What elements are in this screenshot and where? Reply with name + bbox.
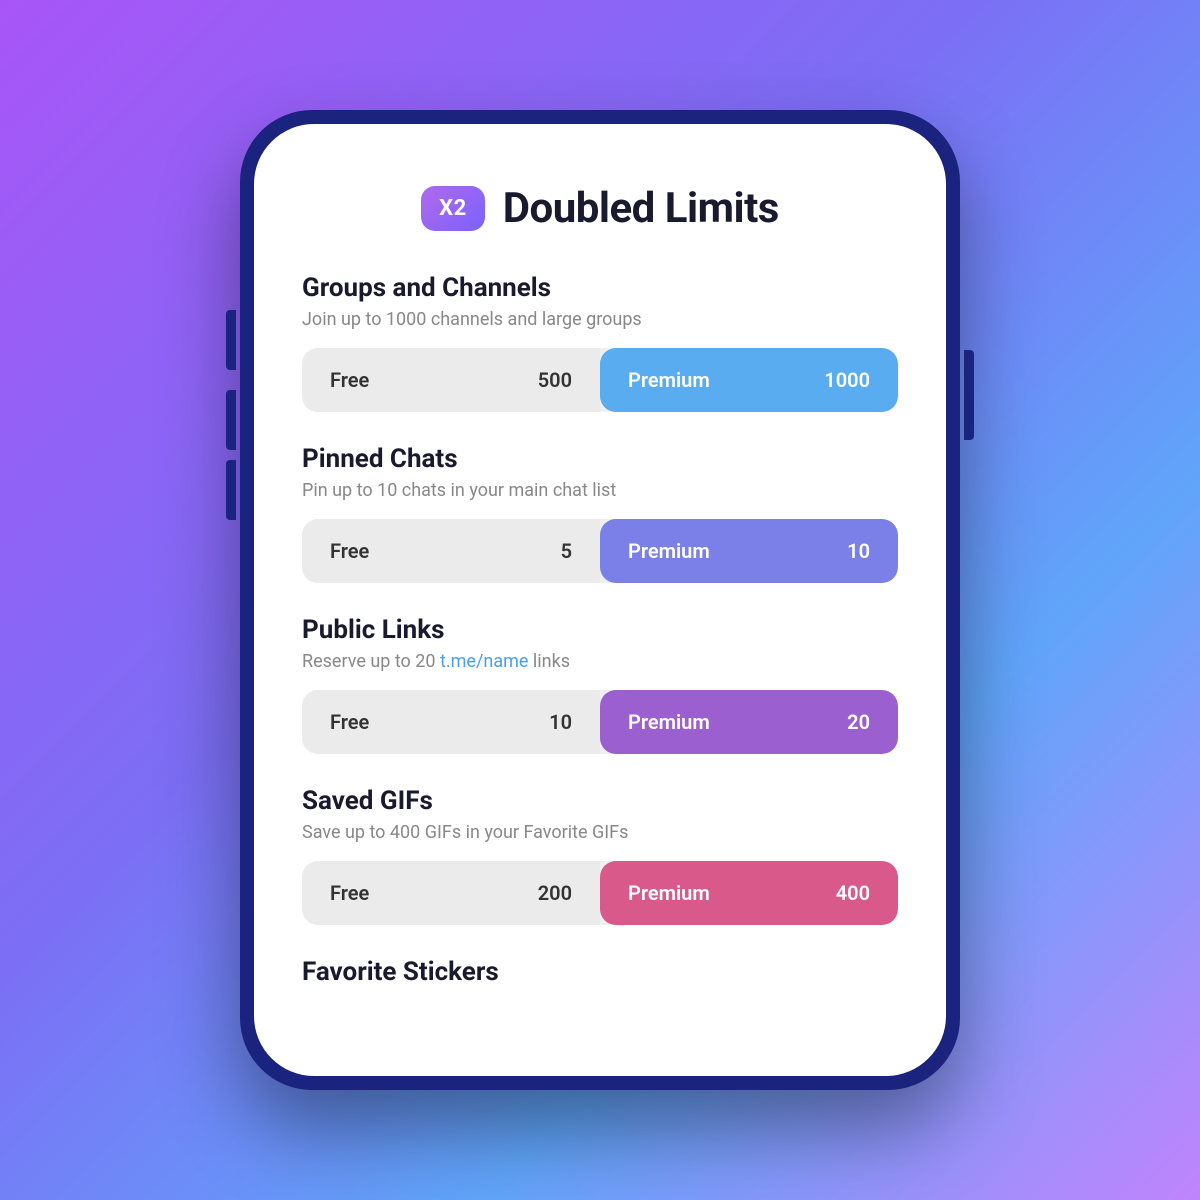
free-value-links: 10 bbox=[549, 710, 572, 734]
free-value-gifs: 200 bbox=[538, 881, 572, 905]
free-value-groups: 500 bbox=[538, 368, 572, 392]
feature-desc-links: Reserve up to 20 t.me/name links bbox=[302, 651, 898, 672]
premium-value-links: 20 bbox=[847, 710, 870, 734]
feature-favorite-stickers: Favorite Stickers bbox=[302, 957, 898, 987]
limit-premium-pinned: Premium 10 bbox=[600, 519, 898, 583]
free-label-groups: Free bbox=[330, 368, 369, 392]
feature-title-gifs: Saved GIFs bbox=[302, 786, 898, 816]
premium-value-groups: 1000 bbox=[824, 368, 870, 392]
feature-title-links: Public Links bbox=[302, 615, 898, 645]
phone-frame: X2 Doubled Limits Groups and Channels Jo… bbox=[240, 110, 960, 1090]
free-label-gifs: Free bbox=[330, 881, 369, 905]
limit-premium-gifs: Premium 400 bbox=[600, 861, 898, 925]
page-content: X2 Doubled Limits Groups and Channels Jo… bbox=[254, 124, 946, 1076]
limit-premium-links: Premium 20 bbox=[600, 690, 898, 754]
free-value-pinned: 5 bbox=[561, 539, 572, 563]
premium-value-pinned: 10 bbox=[847, 539, 870, 563]
premium-value-gifs: 400 bbox=[836, 881, 870, 905]
feature-public-links: Public Links Reserve up to 20 t.me/name … bbox=[302, 615, 898, 754]
feature-desc-pinned: Pin up to 10 chats in your main chat lis… bbox=[302, 480, 898, 501]
premium-label-links: Premium bbox=[628, 710, 710, 734]
feature-title-pinned: Pinned Chats bbox=[302, 444, 898, 474]
feature-title-groups: Groups and Channels bbox=[302, 273, 898, 303]
desc-after-links: links bbox=[528, 651, 570, 672]
limit-bar-groups: Free 500 Premium 1000 bbox=[302, 348, 898, 412]
x2-badge: X2 bbox=[421, 186, 485, 231]
limit-free-groups: Free 500 bbox=[302, 348, 600, 412]
feature-desc-groups: Join up to 1000 channels and large group… bbox=[302, 309, 898, 330]
premium-label-gifs: Premium bbox=[628, 881, 710, 905]
phone-screen: X2 Doubled Limits Groups and Channels Jo… bbox=[254, 124, 946, 1076]
feature-saved-gifs: Saved GIFs Save up to 400 GIFs in your F… bbox=[302, 786, 898, 925]
feature-groups-channels: Groups and Channels Join up to 1000 chan… bbox=[302, 273, 898, 412]
page-header: X2 Doubled Limits bbox=[302, 184, 898, 233]
limit-free-links: Free 10 bbox=[302, 690, 600, 754]
limit-bar-links: Free 10 Premium 20 bbox=[302, 690, 898, 754]
premium-label-groups: Premium bbox=[628, 368, 710, 392]
feature-title-stickers: Favorite Stickers bbox=[302, 957, 898, 987]
page-title: Doubled Limits bbox=[503, 184, 779, 233]
free-label-pinned: Free bbox=[330, 539, 369, 563]
limit-bar-pinned: Free 5 Premium 10 bbox=[302, 519, 898, 583]
tme-link[interactable]: t.me/name bbox=[440, 651, 528, 672]
limit-bar-gifs: Free 200 Premium 400 bbox=[302, 861, 898, 925]
desc-before-links: Reserve up to 20 bbox=[302, 651, 440, 672]
limit-premium-groups: Premium 1000 bbox=[600, 348, 898, 412]
free-label-links: Free bbox=[330, 710, 369, 734]
feature-pinned-chats: Pinned Chats Pin up to 10 chats in your … bbox=[302, 444, 898, 583]
feature-desc-gifs: Save up to 400 GIFs in your Favorite GIF… bbox=[302, 822, 898, 843]
limit-free-pinned: Free 5 bbox=[302, 519, 600, 583]
premium-label-pinned: Premium bbox=[628, 539, 710, 563]
limit-free-gifs: Free 200 bbox=[302, 861, 600, 925]
